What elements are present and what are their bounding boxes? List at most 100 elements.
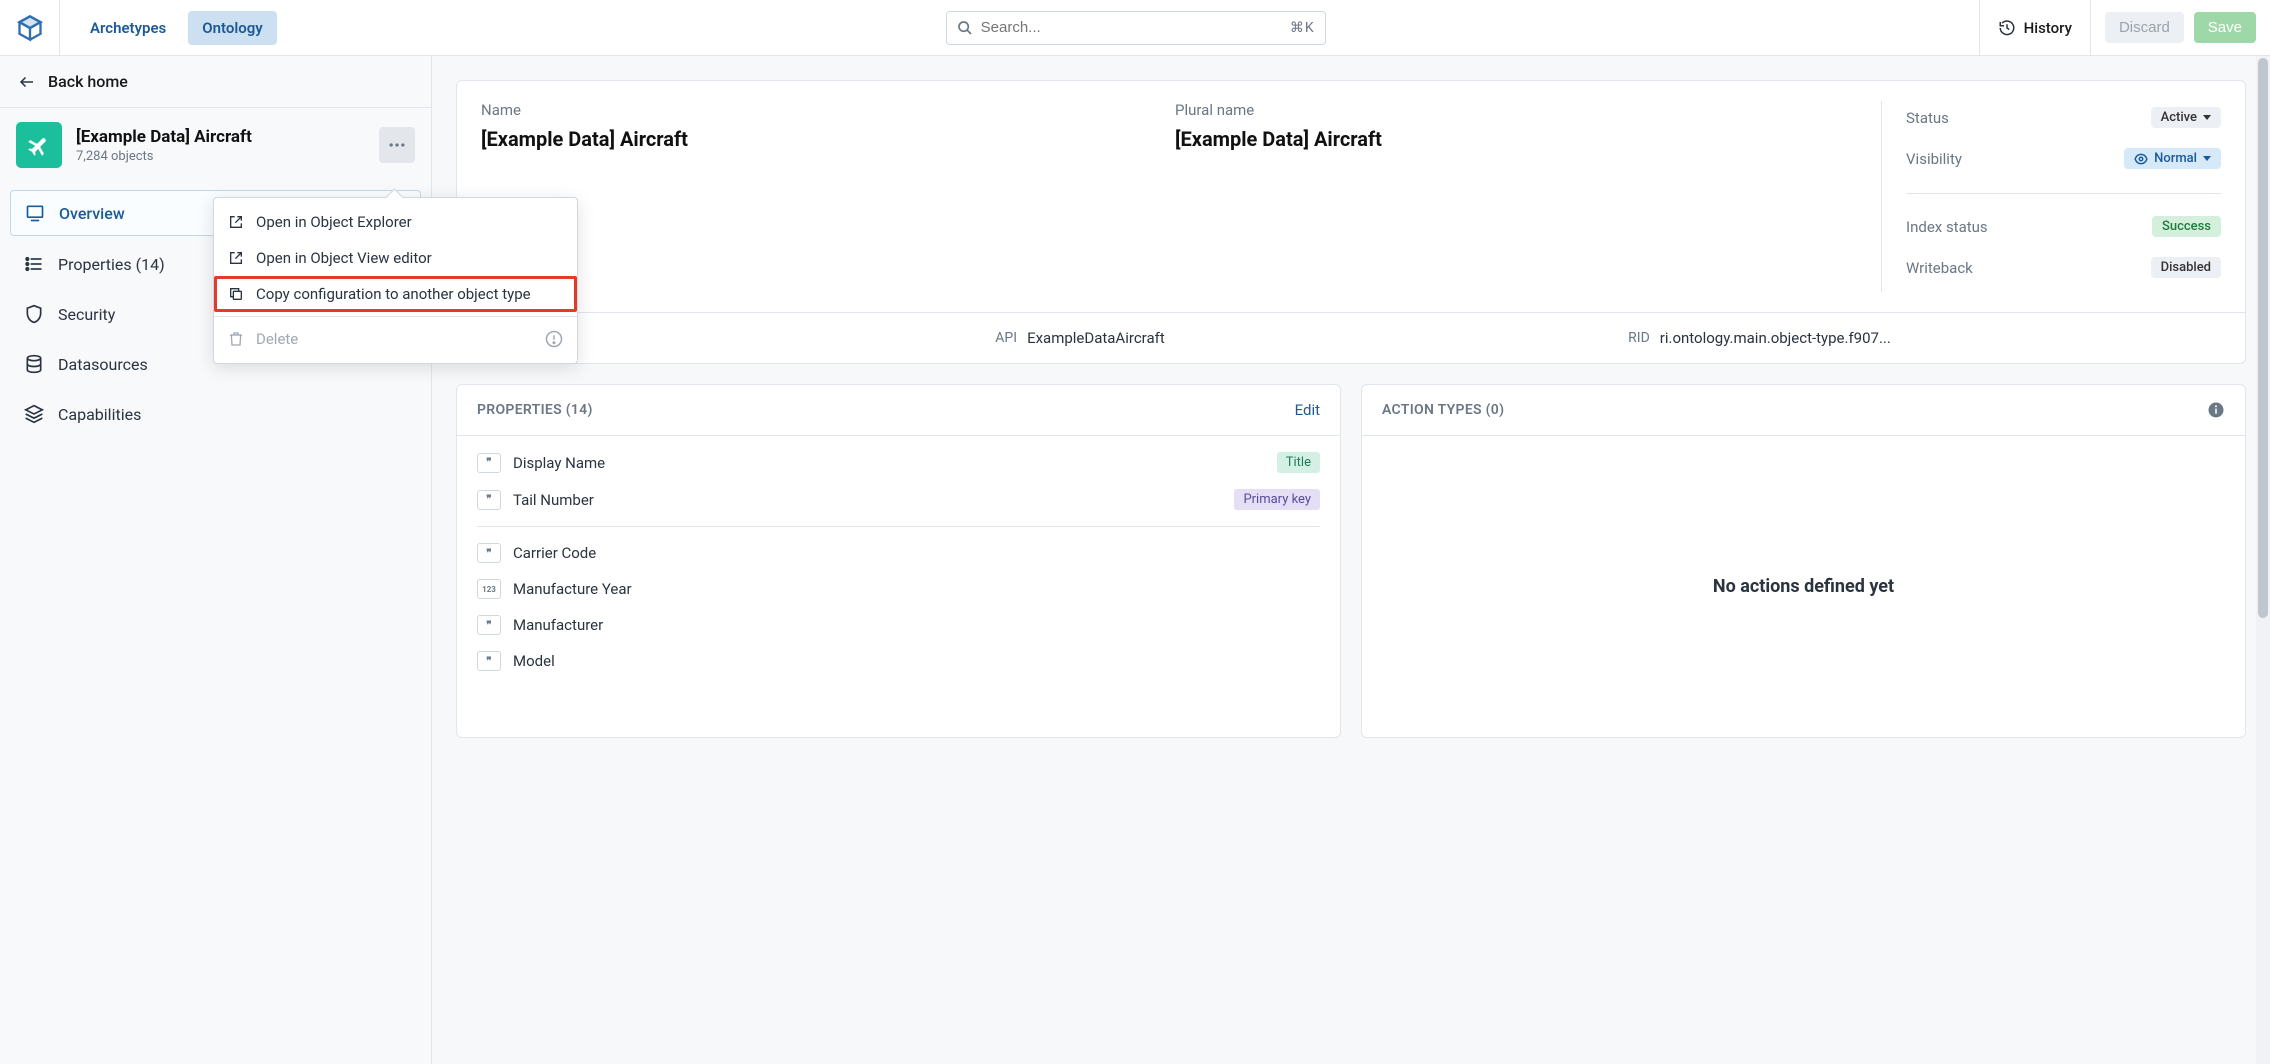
search-input[interactable] (981, 19, 1282, 36)
copy-icon (228, 286, 244, 302)
sidebar-item-label: Properties (14) (58, 255, 165, 274)
more-menu-button[interactable] (379, 127, 415, 163)
rid-label: RID (1628, 330, 1650, 346)
history-label: History (2024, 19, 2072, 37)
menu-item-label: Copy configuration to another object typ… (256, 285, 531, 303)
menu-open-view-editor[interactable]: Open in Object View editor (214, 240, 577, 276)
property-name: Carrier Code (513, 544, 1320, 562)
index-status-badge: Success (2152, 216, 2221, 237)
menu-item-label: Open in Object View editor (256, 249, 432, 267)
object-header: [Example Data] Aircraft 7,284 objects (0, 108, 431, 184)
property-row[interactable]: ❞ Manufacturer (457, 607, 1340, 643)
status-dropdown[interactable]: Active (2151, 107, 2221, 128)
object-count: 7,284 objects (76, 149, 365, 164)
string-type-icon: ❞ (477, 651, 501, 671)
menu-item-label: Delete (256, 330, 298, 348)
topbar-tabs: Archetypes Ontology (60, 0, 293, 55)
rid-value: ri.ontology.main.object-type.f907... (1660, 329, 1891, 347)
history-icon (1998, 19, 2016, 37)
history-button[interactable]: History (1979, 0, 2091, 55)
sidebar-item-label: Security (58, 305, 115, 324)
tab-archetypes[interactable]: Archetypes (76, 11, 180, 45)
string-type-icon: ❞ (477, 543, 501, 563)
divider (214, 316, 577, 317)
search-icon (957, 20, 973, 36)
object-header-text: [Example Data] Aircraft 7,284 objects (76, 127, 365, 164)
property-row[interactable]: ❞ Model (457, 643, 1340, 679)
property-name: Tail Number (513, 491, 1222, 509)
visibility-dropdown[interactable]: Normal (2124, 148, 2221, 169)
property-row[interactable]: ❞ Carrier Code (457, 535, 1340, 571)
save-button[interactable]: Save (2194, 12, 2256, 43)
database-icon (24, 354, 44, 374)
property-row[interactable]: 123 Manufacture Year (457, 571, 1340, 607)
property-row[interactable]: ❞ Tail Number Primary key (457, 481, 1340, 518)
status-column: Status Active Visibility (1881, 101, 2221, 292)
visibility-value: Normal (2154, 151, 2197, 166)
property-name: Display Name (513, 454, 1265, 472)
sidebar-item-label: Datasources (58, 355, 148, 374)
list-icon (24, 254, 44, 274)
name-label: Name (481, 101, 1175, 119)
index-status-label: Index status (1906, 218, 1988, 236)
tab-ontology[interactable]: Ontology (188, 11, 276, 45)
eye-icon (2134, 152, 2148, 166)
action-types-panel: ACTION TYPES (0) No actions defined yet (1361, 384, 2246, 738)
topbar-right: History Discard Save (1979, 0, 2270, 55)
menu-delete: Delete (214, 321, 577, 357)
info-icon[interactable] (2207, 401, 2225, 419)
properties-edit-link[interactable]: Edit (1295, 401, 1320, 419)
property-row[interactable]: ❞ Display Name Title (457, 444, 1340, 481)
api-value: ExampleDataAircraft (1027, 329, 1165, 347)
menu-copy-config[interactable]: Copy configuration to another object typ… (214, 276, 577, 312)
object-type-icon (16, 122, 62, 168)
number-type-icon: 123 (477, 579, 501, 599)
ellipsis-icon (387, 135, 407, 155)
shield-icon (24, 304, 44, 324)
string-type-icon: ❞ (477, 615, 501, 635)
status-label: Status (1906, 109, 1949, 127)
summary-top: Name [Example Data] Aircraft Plural name… (457, 81, 2245, 312)
vertical-scrollbar[interactable] (2256, 56, 2270, 1064)
properties-panel-header: PROPERTIES (14) Edit (457, 385, 1340, 436)
monitor-icon (25, 203, 45, 223)
name-value: [Example Data] Aircraft (481, 127, 1175, 151)
action-types-title: ACTION TYPES (0) (1382, 402, 1504, 418)
index-status-row: Index status Success (1906, 210, 2221, 251)
sidebar-item-capabilities[interactable]: Capabilities (10, 392, 421, 436)
string-type-icon: ❞ (477, 453, 501, 473)
status-value: Active (2161, 110, 2197, 125)
plural-name-block: Plural name [Example Data] Aircraft (1175, 101, 1869, 292)
app-logo (0, 0, 60, 55)
discard-button[interactable]: Discard (2105, 12, 2184, 43)
cube-icon (16, 14, 44, 42)
search-kbd: ⌘K (1290, 20, 1315, 36)
divider (477, 526, 1320, 527)
writeback-row: Writeback Disabled (1906, 251, 2221, 292)
scrollbar-thumb[interactable] (2258, 58, 2268, 618)
external-link-icon (228, 214, 244, 230)
topbar-actions: Discard Save (2091, 12, 2270, 43)
arrow-left-icon (18, 73, 36, 91)
external-link-icon (228, 250, 244, 266)
plural-name-label: Plural name (1175, 101, 1869, 119)
sidebar-item-label: Capabilities (58, 405, 141, 424)
title-badge: Title (1277, 452, 1320, 473)
visibility-label: Visibility (1906, 150, 1962, 168)
summary-bottom: ft API ExampleDataAircraft RID ri.ontolo… (457, 312, 2245, 363)
back-home-button[interactable]: Back home (0, 56, 431, 108)
panels-row: PROPERTIES (14) Edit ❞ Display Name Titl… (456, 384, 2246, 738)
object-actions-menu: Open in Object Explorer Open in Object V… (213, 197, 578, 364)
status-row: Status Active (1906, 101, 2221, 142)
properties-panel: PROPERTIES (14) Edit ❞ Display Name Titl… (456, 384, 1341, 738)
writeback-badge: Disabled (2151, 257, 2221, 278)
trash-icon (228, 331, 244, 347)
sidebar-item-label: Overview (59, 204, 125, 223)
action-types-header: ACTION TYPES (0) (1362, 385, 2245, 436)
back-home-label: Back home (48, 72, 128, 91)
search-box[interactable]: ⌘K (946, 11, 1326, 45)
properties-panel-title: PROPERTIES (14) (477, 402, 593, 418)
menu-open-object-explorer[interactable]: Open in Object Explorer (214, 204, 577, 240)
actions-empty-state: No actions defined yet (1362, 436, 2245, 737)
divider (1906, 193, 2221, 194)
